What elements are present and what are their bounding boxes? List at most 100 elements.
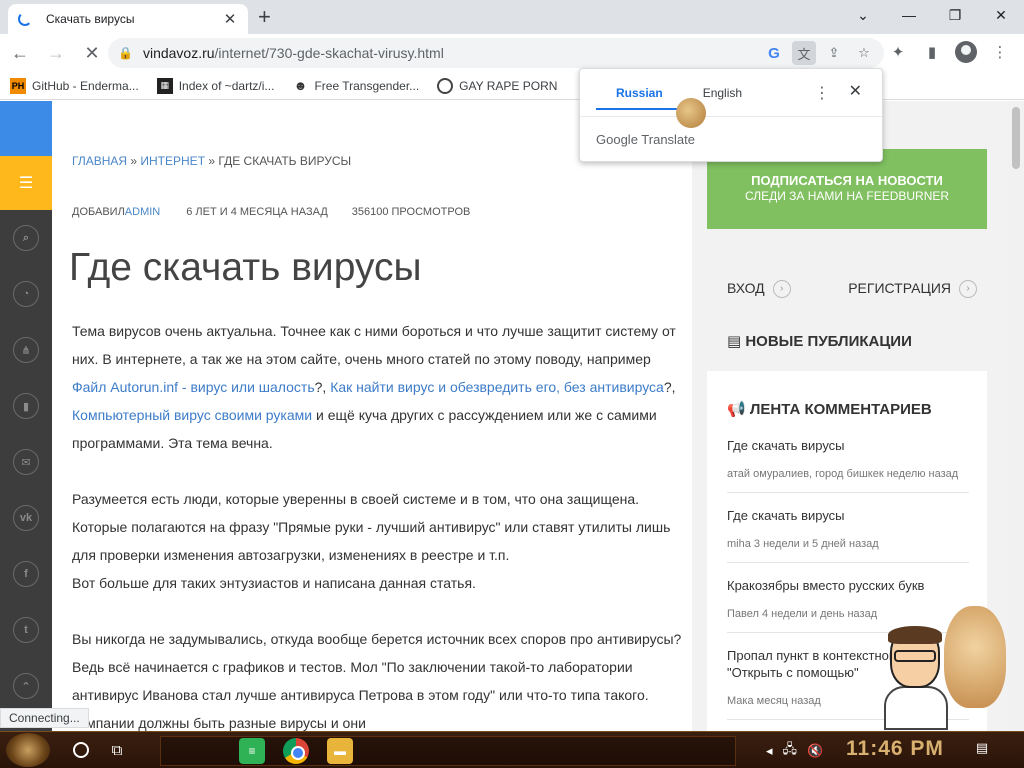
list-item: Кракозябры вместо русских букв Павел 4 н… [727,577,969,633]
translate-options-icon[interactable]: ⋮ [814,83,830,103]
new-publications-heading[interactable]: ▤ НОВЫЕ ПУБЛИКАЦИИ [727,332,912,350]
address-bar[interactable]: 🔒 vindavoz.ru/internet/730-gde-skachat-v… [108,38,884,68]
comment-post-link[interactable]: Где скачать вирусы [727,437,969,454]
profile-button[interactable] [952,38,980,66]
taskbar: ⧉ ≡ ▬ ◂ 🖧 🔇 11:46 PM ▤ [0,731,1024,768]
stop-loading-button[interactable]: ✕ [76,37,108,69]
ph-icon: PH [10,77,26,94]
comment-post-link[interactable]: Кракозябры вместо русских букв [727,577,969,594]
forward-button[interactable]: → [40,37,72,69]
google-translate-brand: Google Translate [596,132,696,147]
tray-overflow-icon[interactable]: ◂ [766,743,773,759]
lock-icon[interactable]: 🔒 [118,46,133,60]
article-link-find-virus[interactable]: Как найти вирус и обезвредить его, без а… [330,379,664,395]
arrow-right-icon: › [959,280,977,299]
browser-tab[interactable]: Скачать вирусы ✕ [8,4,248,34]
network-icon[interactable]: 🖧 [783,740,798,762]
scroll-thumb[interactable] [1012,107,1020,169]
comment-meta: атай омуралиев, город бишкек неделю наза… [727,468,959,480]
extensions-icon[interactable]: ✦ [884,38,912,66]
tab-search-icon[interactable]: ⌄ [840,0,886,30]
rss-button[interactable]: ◔ [0,266,52,322]
twitter-button[interactable]: t [0,602,52,658]
loading-spinner-icon [18,12,32,26]
sticker-glasses [894,650,936,662]
comment-meta: miha 3 недели и 5 дней назад [727,538,879,550]
comment-meta: Павел 4 недели и день назад [727,608,878,620]
comment-post-link[interactable]: Где скачать вирусы [727,507,969,524]
author-link[interactable]: ADMIN [125,206,160,218]
divider [580,116,882,117]
up-icon: ⌃ [13,673,39,699]
translate-close-icon[interactable]: ✕ [849,81,862,101]
article-link-autorun[interactable]: Файл Autorun.inf - вирус или шалость [72,379,315,395]
bookmark-item[interactable]: PH GitHub - Enderma... [10,77,139,94]
bookmark-button[interactable]: ▮ [0,378,52,434]
task-view-button[interactable]: ⧉ [100,733,134,767]
breadcrumb-section-link[interactable]: ИНТЕРНЕТ [140,154,205,168]
scroll-up-button[interactable]: ⌃ [0,658,52,714]
login-link[interactable]: ВХОД › [727,280,791,299]
paragraph: Вы никогда не задумывались, откуда вообщ… [72,625,684,731]
web-page: ☰ ⌕ ◔ ⋔ ▮ ✉ vk f t ⌃ ГЛАВНАЯ » ИНТЕРНЕТ … [0,101,1024,731]
new-tab-button[interactable]: + [258,6,271,28]
hamster-sticker [944,606,1006,708]
article-column: ГЛАВНАЯ » ИНТЕРНЕТ » ГДЕ СКАЧАТЬ ВИРУСЫ … [52,101,692,731]
article-meta: ДОБАВИЛ ADMIN 6 ЛЕТ И 4 МЕСЯЦА НАЗАД 356… [72,206,470,218]
bookmark-icon: ▮ [13,393,39,419]
sticky-notes-icon[interactable]: ≡ [239,738,265,764]
translate-icon[interactable]: 文 [792,41,816,65]
close-window-button[interactable]: ✕ [978,0,1024,30]
sticker-body [884,686,948,730]
search-icon: ⌕ [13,225,39,251]
ghost-icon: ☻ [293,78,308,93]
page-scrollbar[interactable] [1008,101,1024,731]
bookmark-item[interactable]: ▦ Index of ~dartz/i... [156,77,274,94]
tab-close-icon[interactable]: ✕ [222,10,238,28]
kebab-menu-icon[interactable]: ⋮ [986,38,1014,66]
tab-title: Скачать вирусы [46,12,135,26]
bookmark-label: GitHub - Enderma... [32,78,139,93]
volume-muted-icon[interactable]: 🔇 [807,743,823,759]
register-link[interactable]: РЕГИСТРАЦИЯ › [848,280,977,299]
bookmark-item[interactable]: ☻ Free Transgender... [292,78,420,94]
browser-toolbar: ← → ✕ 🔒 vindavoz.ru/internet/730-gde-ska… [0,34,1024,72]
back-button[interactable]: ← [4,37,36,69]
window-controls: ⌄ — ❐ ✕ [840,0,1024,30]
tab-russian[interactable]: Russian [596,83,683,110]
paragraph-text: компании должны быть разные вирусы и они [72,715,366,731]
mail-button[interactable]: ✉ [0,434,52,490]
google-icon[interactable]: G [762,41,786,65]
megaphone-icon: 📢 [727,401,750,418]
vk-button[interactable]: vk [0,490,52,546]
cortana-search-button[interactable] [64,733,98,767]
minimize-button[interactable]: — [886,0,932,30]
share-icon[interactable]: ⇪ [822,41,846,65]
menu-button[interactable]: ☰ [0,156,52,210]
restore-button[interactable]: ❐ [932,0,978,30]
posted-ago: 6 ЛЕТ И 4 МЕСЯЦА НАЗАД [186,206,328,218]
sitemap-icon: ⋔ [13,337,39,363]
bookmark-item[interactable]: GAY RAPE PORN [437,77,558,94]
paragraph-text: Разумеется есть люди, которые уверенны в… [72,491,671,563]
paragraph-text: Вы никогда не задумывались, откуда вообщ… [72,631,682,703]
facebook-button[interactable]: f [0,546,52,602]
newspaper-icon: ▤ [727,333,746,350]
added-by-label: ДОБАВИЛ [72,206,125,218]
system-tray: ◂ 🖧 🔇 [766,732,823,768]
article-link-virus-diy[interactable]: Компьютерный вирус своими руками [72,407,312,423]
taskbar-clock[interactable]: 11:46 PM [846,737,944,761]
sitemap-button[interactable]: ⋔ [0,322,52,378]
sticker-hair [888,626,942,644]
bookmark-star-icon[interactable]: ☆ [852,41,876,65]
notification-center-icon[interactable]: ▤ [972,740,992,760]
search-button[interactable]: ⌕ [0,210,52,266]
bookmark-label: GAY RAPE PORN [459,78,558,93]
side-panel-icon[interactable]: ▮ [918,38,946,66]
chrome-icon[interactable] [283,738,309,764]
logo-block[interactable] [0,101,52,156]
file-explorer-icon[interactable]: ▬ [327,738,353,764]
start-button[interactable] [6,733,50,767]
breadcrumb-separator: » [127,154,141,168]
breadcrumb-home-link[interactable]: ГЛАВНАЯ [72,154,127,168]
